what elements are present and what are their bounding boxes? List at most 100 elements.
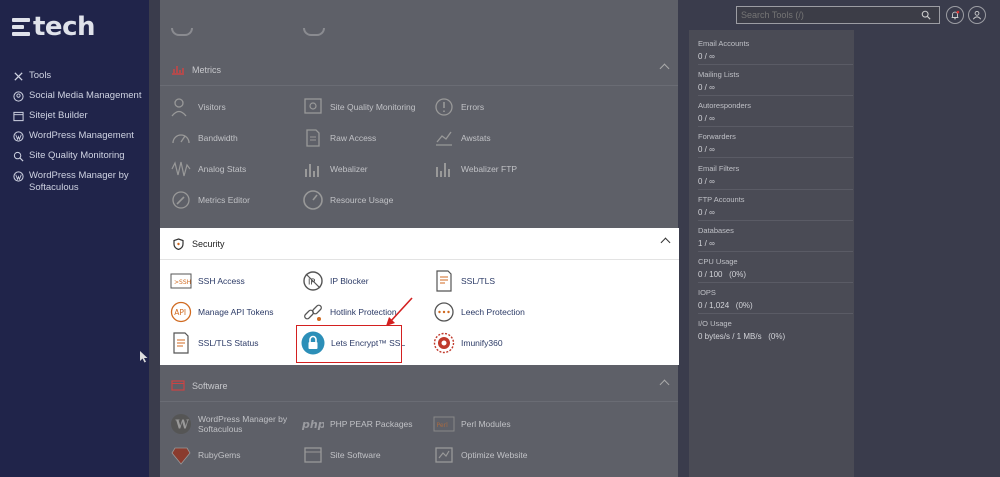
chevron-up-icon[interactable] <box>659 63 670 74</box>
tool-optimize-website[interactable]: Optimize Website <box>433 444 527 466</box>
logo[interactable]: tech <box>12 12 95 42</box>
tool-ip-blocker[interactable]: IP IP Blocker <box>302 270 369 292</box>
tool-imunify360[interactable]: Imunify360 <box>433 332 503 354</box>
stat-email-accounts: Email Accounts 0 / ∞ <box>698 39 750 61</box>
line-chart-icon <box>433 127 455 149</box>
editor-icon <box>170 189 192 211</box>
sidebar-item-sitejet[interactable]: Sitejet Builder <box>12 110 144 122</box>
sidebar-item-wordpress-management[interactable]: WordPress Management <box>12 130 144 142</box>
api-icon: API <box>170 301 192 323</box>
search-box[interactable] <box>736 6 940 24</box>
file-icon <box>302 127 324 149</box>
ruby-icon <box>170 444 192 466</box>
stat-autoresponders: Autoresponders 0 / ∞ <box>698 101 751 123</box>
sidebar-item-site-quality[interactable]: Site Quality Monitoring <box>12 150 144 162</box>
user-icon <box>972 10 982 20</box>
tool-site-quality-monitoring[interactable]: Site Quality Monitoring <box>302 96 416 118</box>
search-input[interactable] <box>741 10 921 20</box>
svg-text:Perl: Perl <box>437 422 449 429</box>
sidebar-item-label: WordPress Management <box>29 130 134 141</box>
error-icon <box>433 96 455 118</box>
gauge-icon <box>302 189 324 211</box>
tool-ssl-tls-status[interactable]: SSL/TLS Status <box>170 332 258 354</box>
software-title: Software <box>192 380 228 391</box>
wave-icon <box>170 158 192 180</box>
sidebar: tech Tools Social Media Management Sitej… <box>0 0 149 477</box>
annotation-arrow-icon <box>386 297 413 326</box>
mouse-cursor-icon <box>140 351 148 363</box>
side-nav: Tools Social Media Management Sitejet Bu… <box>12 70 144 202</box>
sitejet-icon <box>12 110 24 122</box>
leech-icon <box>433 301 455 323</box>
tool-site-software[interactable]: Site Software <box>302 444 381 466</box>
user-menu-button[interactable] <box>968 6 986 24</box>
wordpress-icon <box>12 170 24 182</box>
stat-mailing-lists: Mailing Lists 0 / ∞ <box>698 70 740 92</box>
sidebar-item-label: Social Media Management <box>29 90 142 101</box>
stat-forwarders: Forwarders 0 / ∞ <box>698 132 736 154</box>
svg-text:>SSH: >SSH <box>174 279 191 286</box>
svg-text:W: W <box>175 418 190 432</box>
stat-cpu-usage: CPU Usage 0 / 100 (0%) <box>698 257 747 279</box>
divider <box>698 282 853 283</box>
tool-webalizer[interactable]: Webalizer <box>302 158 368 180</box>
tool-resource-usage[interactable]: Resource Usage <box>302 189 393 211</box>
notifications-button[interactable] <box>946 6 964 24</box>
stat-iops: IOPS 0 / 1,024 (0%) <box>698 288 753 310</box>
stats-panel <box>689 30 854 477</box>
stat-databases: Databases 1 / ∞ <box>698 226 734 248</box>
bars-icon <box>302 158 324 180</box>
sidebar-item-label: Sitejet Builder <box>29 110 88 121</box>
tool-metrics-editor[interactable]: Metrics Editor <box>170 189 250 211</box>
svg-text:API: API <box>174 308 186 317</box>
chart-icon <box>170 64 186 76</box>
optimize-icon <box>433 444 455 466</box>
logo-text: tech <box>33 12 95 42</box>
tool-webalizer-ftp[interactable]: Webalizer FTP <box>433 158 517 180</box>
tool-leech-protection[interactable]: Leech Protection <box>433 301 525 323</box>
sidebar-item-label: WordPress Manager by Softaculous <box>29 170 129 193</box>
stat-ftp-accounts: FTP Accounts 0 / ∞ <box>698 195 745 217</box>
sidebar-item-tools[interactable]: Tools <box>12 70 144 82</box>
certificate-icon <box>433 270 455 292</box>
sidebar-item-social-media[interactable]: Social Media Management <box>12 90 144 102</box>
tool-ssl-tls[interactable]: SSL/TLS <box>433 270 495 292</box>
tool-ssh-access[interactable]: >SSH SSH Access <box>170 270 245 292</box>
monitor-icon <box>12 150 24 162</box>
gauge-icon <box>170 127 192 149</box>
chevron-up-icon[interactable] <box>659 379 670 390</box>
divider <box>698 95 853 96</box>
shield-icon <box>170 237 186 250</box>
divider <box>698 64 853 65</box>
tool-analog-stats[interactable]: Analog Stats <box>170 158 246 180</box>
tool-php-pear[interactable]: php PHP PEAR Packages <box>302 413 413 435</box>
divider <box>698 157 853 158</box>
tool-rubygems[interactable]: RubyGems <box>170 444 241 466</box>
tool-perl-modules[interactable]: Perl Perl Modules <box>433 413 511 435</box>
tool-manage-api-tokens[interactable]: API Manage API Tokens <box>170 301 273 323</box>
tool-visitors[interactable]: Visitors <box>170 96 226 118</box>
social-icon <box>12 90 24 102</box>
tool-bandwidth[interactable]: Bandwidth <box>170 127 238 149</box>
status-icon <box>170 332 192 354</box>
divider <box>698 313 853 314</box>
chevron-up-icon[interactable] <box>660 237 671 248</box>
tool-awstats[interactable]: Awstats <box>433 127 491 149</box>
tool-raw-access[interactable]: Raw Access <box>302 127 376 149</box>
sidebar-item-label: Site Quality Monitoring <box>29 150 125 161</box>
tool-errors[interactable]: Errors <box>433 96 484 118</box>
divider <box>698 251 853 252</box>
tool-wordpress-manager[interactable]: W WordPress Manager by Softaculous <box>170 413 294 435</box>
search-icon[interactable] <box>921 10 931 20</box>
php-icon: php <box>302 413 324 435</box>
monitor-icon <box>302 96 324 118</box>
divider <box>698 126 853 127</box>
logo-mark-icon <box>12 16 32 38</box>
divider <box>698 189 853 190</box>
site-software-icon <box>302 444 324 466</box>
software-header[interactable]: Software <box>160 370 678 402</box>
sidebar-item-wordpress-softaculous[interactable]: WordPress Manager by Softaculous <box>12 170 144 194</box>
metrics-header[interactable]: Metrics <box>160 54 678 86</box>
security-header[interactable]: Security <box>160 228 679 260</box>
sidebar-item-label: Tools <box>29 70 52 81</box>
